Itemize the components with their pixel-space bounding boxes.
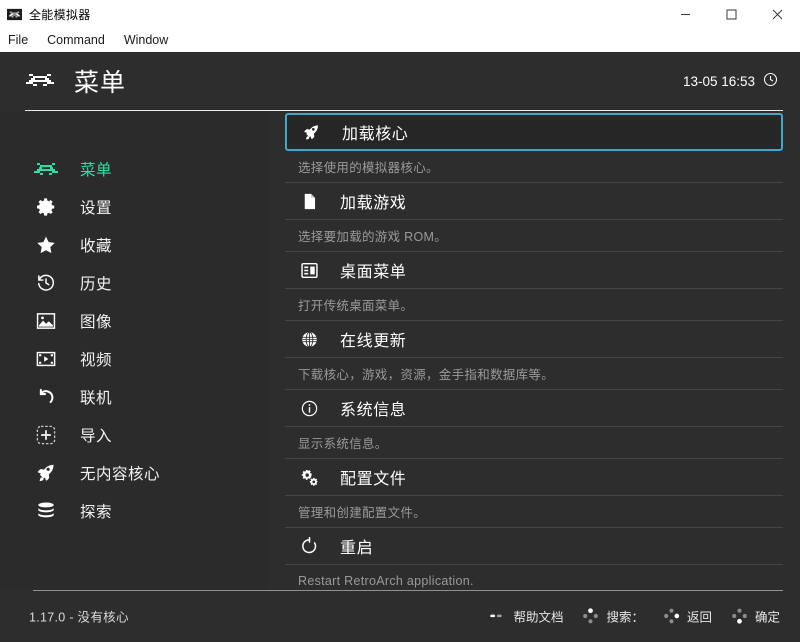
entry-label: 重启 <box>340 540 374 557</box>
invader-icon <box>23 64 57 98</box>
entry-label: 配置文件 <box>340 471 407 488</box>
info-icon <box>298 397 320 419</box>
entry-label: 桌面菜单 <box>340 264 407 281</box>
select-button-icon <box>489 608 506 625</box>
menu-header: 菜单 13-05 16:53 <box>0 52 800 110</box>
sidebar-item-favorites[interactable]: 收藏 <box>0 226 268 264</box>
database-icon <box>33 498 59 524</box>
titlebar-left-group: 全能模拟器 <box>0 6 91 23</box>
footer-action-help[interactable]: 帮助文档 <box>489 607 563 626</box>
sidebar-item-label: 设置 <box>80 200 113 217</box>
star-icon <box>33 232 59 258</box>
sidebar-item-main-menu[interactable]: 菜单 <box>0 150 268 188</box>
footer-action-label: 返回 <box>686 610 712 625</box>
entry-online-updater[interactable]: 在线更新 <box>285 321 783 358</box>
footer-actions: 帮助文档 搜索： 返回 确定 <box>489 607 780 626</box>
window-controls <box>662 0 800 28</box>
sidebar-item-images[interactable]: 图像 <box>0 302 268 340</box>
window-titlebar: 全能模拟器 <box>0 0 800 28</box>
file-icon <box>298 190 320 212</box>
menu-window[interactable]: Window <box>123 31 169 49</box>
sidebar-item-settings[interactable]: 设置 <box>0 188 268 226</box>
entry-label: 加载游戏 <box>340 195 407 212</box>
history-icon <box>33 270 59 296</box>
sidebar-item-videos[interactable]: 视频 <box>0 340 268 378</box>
sidebar-item-import[interactable]: 导入 <box>0 416 268 454</box>
gear-icon <box>33 194 59 220</box>
menu-command[interactable]: Command <box>46 31 106 49</box>
entry-desktop-menu[interactable]: 桌面菜单 <box>285 252 783 289</box>
sidebar-item-label: 历史 <box>80 276 113 293</box>
retroarch-menu-root: 菜单 13-05 16:53 菜单 设置 收藏 历史 图像 视频 联机 导入 无… <box>0 52 800 642</box>
entry-label: 加载核心 <box>342 126 409 143</box>
entry-sublabel: 管理和创建配置文件。 <box>285 496 783 528</box>
footer-action-label: 帮助文档 <box>513 610 564 625</box>
dpad-right-icon <box>663 608 680 625</box>
sidebar-item-label: 导入 <box>80 428 113 445</box>
footer-action-label: 确定 <box>754 610 780 625</box>
minimize-button[interactable] <box>662 0 708 28</box>
menu-footer: 1.17.0 - 没有核心 帮助文档 搜索： 返回 确定 <box>0 590 800 642</box>
maximize-button[interactable] <box>708 0 754 28</box>
entry-sublabel: 显示系统信息。 <box>285 427 783 459</box>
entry-sublabel: 选择要加载的游戏 ROM。 <box>285 220 783 252</box>
entry-load-content[interactable]: 加载游戏 <box>285 183 783 220</box>
sidebar-item-contentless-cores[interactable]: 无内容核心 <box>0 454 268 492</box>
entry-information[interactable]: 系统信息 <box>285 390 783 427</box>
dpad-up-icon <box>582 608 599 625</box>
window-title: 全能模拟器 <box>29 7 91 22</box>
entry-sublabel: 打开传统桌面菜单。 <box>285 289 783 321</box>
footer-action-label: 搜索： <box>606 610 644 625</box>
sidebar-item-explore[interactable]: 探索 <box>0 492 268 530</box>
rocket-icon <box>300 121 322 143</box>
footer-action-ok[interactable]: 确定 <box>731 607 780 626</box>
entry-load-core[interactable]: 加载核心 <box>285 113 783 151</box>
page-title: 菜单 <box>74 69 127 97</box>
sidebar: 菜单 设置 收藏 历史 图像 视频 联机 导入 无内容核心 探索 <box>0 112 268 590</box>
sidebar-item-label: 联机 <box>80 390 113 407</box>
restart-icon <box>298 535 320 557</box>
sidebar-item-label: 图像 <box>80 314 113 331</box>
globe-icon <box>298 328 320 350</box>
footer-action-back[interactable]: 返回 <box>663 607 712 626</box>
clock: 13-05 16:53 <box>683 72 778 90</box>
sidebar-item-history[interactable]: 历史 <box>0 264 268 302</box>
sidebar-item-label: 收藏 <box>80 238 113 255</box>
gears-icon <box>298 466 320 488</box>
entry-label: 在线更新 <box>340 333 407 350</box>
close-button[interactable] <box>754 0 800 28</box>
invader-icon <box>7 7 22 22</box>
entry-label: 系统信息 <box>340 402 407 419</box>
dpad-down-icon <box>731 608 748 625</box>
image-icon <box>33 308 59 334</box>
footer-action-search[interactable]: 搜索： <box>582 607 644 626</box>
header-divider <box>25 110 783 111</box>
entry-sublabel: Restart RetroArch application. <box>285 565 783 590</box>
clock-icon <box>763 72 778 90</box>
window-icon <box>298 259 320 281</box>
entry-restart[interactable]: 重启 <box>285 528 783 565</box>
sidebar-item-label: 菜单 <box>80 162 113 179</box>
sidebar-item-label: 无内容核心 <box>80 466 161 483</box>
invader-icon <box>33 156 59 182</box>
clock-text: 13-05 16:53 <box>682 73 755 89</box>
menu-entry-list: 加载核心 选择使用的模拟器核心。 加载游戏 选择要加载的游戏 ROM。 桌面菜单… <box>268 112 800 590</box>
footer-divider <box>33 590 783 591</box>
entry-sublabel: 下载核心，游戏，资源，金手指和数据库等。 <box>285 358 783 390</box>
entry-sublabel: 选择使用的模拟器核心。 <box>285 151 783 183</box>
version-status: 1.17.0 - 没有核心 <box>29 610 129 625</box>
rocket-icon <box>33 460 59 486</box>
entry-configurations[interactable]: 配置文件 <box>285 459 783 496</box>
window-menubar: File Command Window <box>0 28 800 52</box>
menu-content: 菜单 设置 收藏 历史 图像 视频 联机 导入 无内容核心 探索 加载核心 选择… <box>0 112 800 590</box>
menu-file[interactable]: File <box>7 31 29 49</box>
add-icon <box>33 422 59 448</box>
netplay-icon <box>33 384 59 410</box>
video-icon <box>33 346 59 372</box>
sidebar-item-label: 视频 <box>80 352 113 369</box>
sidebar-item-label: 探索 <box>80 504 113 521</box>
sidebar-item-netplay[interactable]: 联机 <box>0 378 268 416</box>
